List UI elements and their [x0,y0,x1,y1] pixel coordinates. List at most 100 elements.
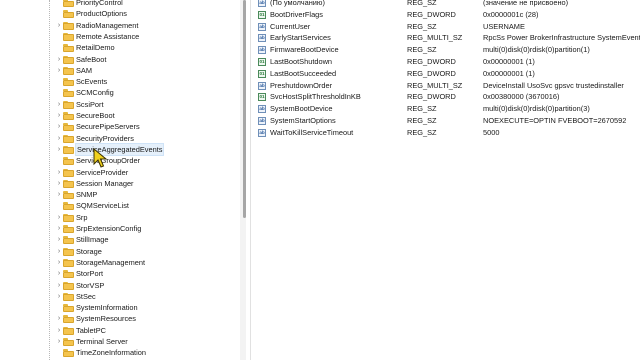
tree-item[interactable]: › SafeBoot [0,54,240,65]
tree-item-label: SecureBoot [76,111,115,120]
tree-item[interactable]: ServiceGroupOrder [0,155,240,166]
tree-item[interactable]: › ServiceProvider [0,167,240,178]
tree-item[interactable]: SQMServiceList [0,200,240,211]
tree-item[interactable]: TimeZoneInformation [0,347,240,358]
value-row[interactable]: 01 LastBootShutdown REG_DWORD 0x00000001 (1… [252,56,640,68]
chevron-right-icon[interactable]: › [55,292,63,301]
chevron-right-icon[interactable]: › [55,213,63,222]
tree-item[interactable]: › SrpExtensionConfig [0,223,240,234]
tree-item[interactable]: Remote Assistance [0,31,240,42]
tree-item-label: SecurePipeServers [76,122,140,132]
binary-value-icon: 01 [258,10,266,19]
chevron-right-icon[interactable]: › [55,122,63,131]
folder-icon [63,281,74,290]
tree-item[interactable]: PriorityControl [0,0,240,8]
binary-value-icon: 01 [258,69,266,78]
folder-icon [63,145,74,154]
tree-item[interactable]: › ScsiPort [0,99,240,110]
string-value-icon: ab [258,22,266,31]
value-type: REG_DWORD [407,68,456,78]
tree-item-label: SystemResources [76,314,136,324]
chevron-right-icon[interactable]: › [55,111,63,120]
value-row[interactable]: 01 LastBootSucceeded REG_DWORD 0x00000001 (… [252,68,640,80]
value-row[interactable]: ab FirmwareBootDevice REG_SZ multi(0)disk(0… [252,44,640,56]
value-type: REG_SZ [407,104,437,114]
value-row[interactable]: 01 BootDriverFlags REG_DWORD 0x0000001c (28… [252,9,640,21]
folder-icon [63,247,74,256]
chevron-right-icon[interactable]: › [55,179,63,188]
chevron-right-icon[interactable]: › [55,134,63,143]
tree-item[interactable]: SystemInformation [0,302,240,313]
folder-icon [63,326,74,335]
value-data: 5000 [483,127,500,137]
tree-scrollbar-thumb[interactable] [243,0,246,218]
value-row[interactable]: ab (По умолчанию) REG_SZ (значение не присв… [252,0,640,9]
tree-item[interactable]: ScEvents [0,76,240,87]
tree-item[interactable]: › StorPort [0,268,240,279]
value-row[interactable]: 01 SvcHostSplitThresholdInKB REG_DWORD 0x00… [252,91,640,103]
tree-item-label: TimeZoneInformation [76,348,146,358]
tree-item-label: StorPort [76,269,104,279]
chevron-right-icon[interactable]: › [55,281,63,290]
chevron-right-icon[interactable]: › [55,269,63,278]
chevron-right-icon[interactable]: › [55,100,63,109]
tree-item[interactable]: › TabletPC [0,325,240,336]
chevron-right-icon[interactable]: › [55,55,63,64]
chevron-right-icon[interactable]: › [55,21,63,30]
folder-icon [63,134,74,143]
chevron-right-icon[interactable]: › [55,145,63,154]
tree-item[interactable]: › Storage [0,246,240,257]
tree-item[interactable]: › SAM [0,65,240,76]
tree-item[interactable]: › Terminal Server [0,336,240,347]
tree-item[interactable]: SCMConfig [0,87,240,98]
value-row[interactable]: ab CurrentUser REG_SZ USERNAME [252,21,640,33]
folder-icon [63,202,74,211]
chevron-right-icon[interactable]: › [55,190,63,199]
chevron-right-icon[interactable]: › [55,66,63,75]
chevron-right-icon[interactable]: › [55,168,63,177]
value-row[interactable]: ab WaitToKillServiceTimeout REG_SZ 5000 [252,127,640,139]
value-name: LastBootShutdown [270,57,333,66]
tree-item[interactable]: › RadioManagement [0,20,240,31]
tree-item[interactable]: › SecurePipeServers [0,121,240,132]
tree-item[interactable]: RetailDemo [0,42,240,53]
tree-item[interactable]: › SNMP [0,189,240,200]
chevron-right-icon[interactable]: › [55,258,63,267]
pane-divider [250,0,251,360]
tree-item[interactable]: › StillImage [0,234,240,245]
value-name: SvcHostSplitThresholdInKB [270,92,361,102]
chevron-right-icon[interactable]: › [55,326,63,335]
chevron-right-icon[interactable]: › [55,337,63,346]
value-row[interactable]: ab PreshutdownOrder REG_MULTI_SZ DeviceInst… [252,80,640,92]
tree-item-label: Srp [76,212,88,222]
tree-item[interactable]: › Srp [0,212,240,223]
value-data: 0x00380000 (3670016) [483,92,560,102]
value-data: DeviceInstall UsoSvc gpsvc trustedinstal… [483,80,624,90]
value-row[interactable]: ab SystemBootDevice REG_SZ multi(0)disk(0)r… [252,103,640,115]
value-row[interactable]: ab SystemStartOptions REG_SZ NOEXECUTE=OPT… [252,115,640,127]
tree-item[interactable]: ProductOptions [0,8,240,19]
tree-item[interactable]: › SystemResources [0,313,240,324]
folder-icon [63,191,74,200]
tree-item-label: StorVSP [76,280,105,290]
chevron-right-icon[interactable]: › [55,235,63,244]
value-row[interactable]: ab EarlyStartServices REG_MULTI_SZ RpcSs Po… [252,32,640,44]
tree-item[interactable]: › StorageManagement [0,257,240,268]
value-name: FirmwareBootDevice [270,45,339,55]
folder-icon [63,66,74,75]
tree-item[interactable]: › ServiceAggregatedEvents [0,142,240,157]
folder-icon [63,213,74,222]
string-value-icon: ab [258,117,266,125]
value-type: REG_DWORD [407,9,456,19]
value-type: REG_DWORD [407,92,456,102]
tree-item[interactable]: › SecurityProviders [0,133,240,144]
tree-item-label: StorageManagement [76,257,146,267]
tree-item-label: ScsiPort [76,99,104,109]
chevron-right-icon[interactable]: › [55,224,63,233]
chevron-right-icon[interactable]: › [55,247,63,256]
chevron-right-icon[interactable]: › [55,314,63,323]
tree-item[interactable]: › StSec [0,291,240,302]
tree-item[interactable]: › Session Manager [0,178,240,189]
tree-item[interactable]: › StorVSP [0,280,240,291]
tree-item[interactable]: › SecureBoot [0,110,240,121]
